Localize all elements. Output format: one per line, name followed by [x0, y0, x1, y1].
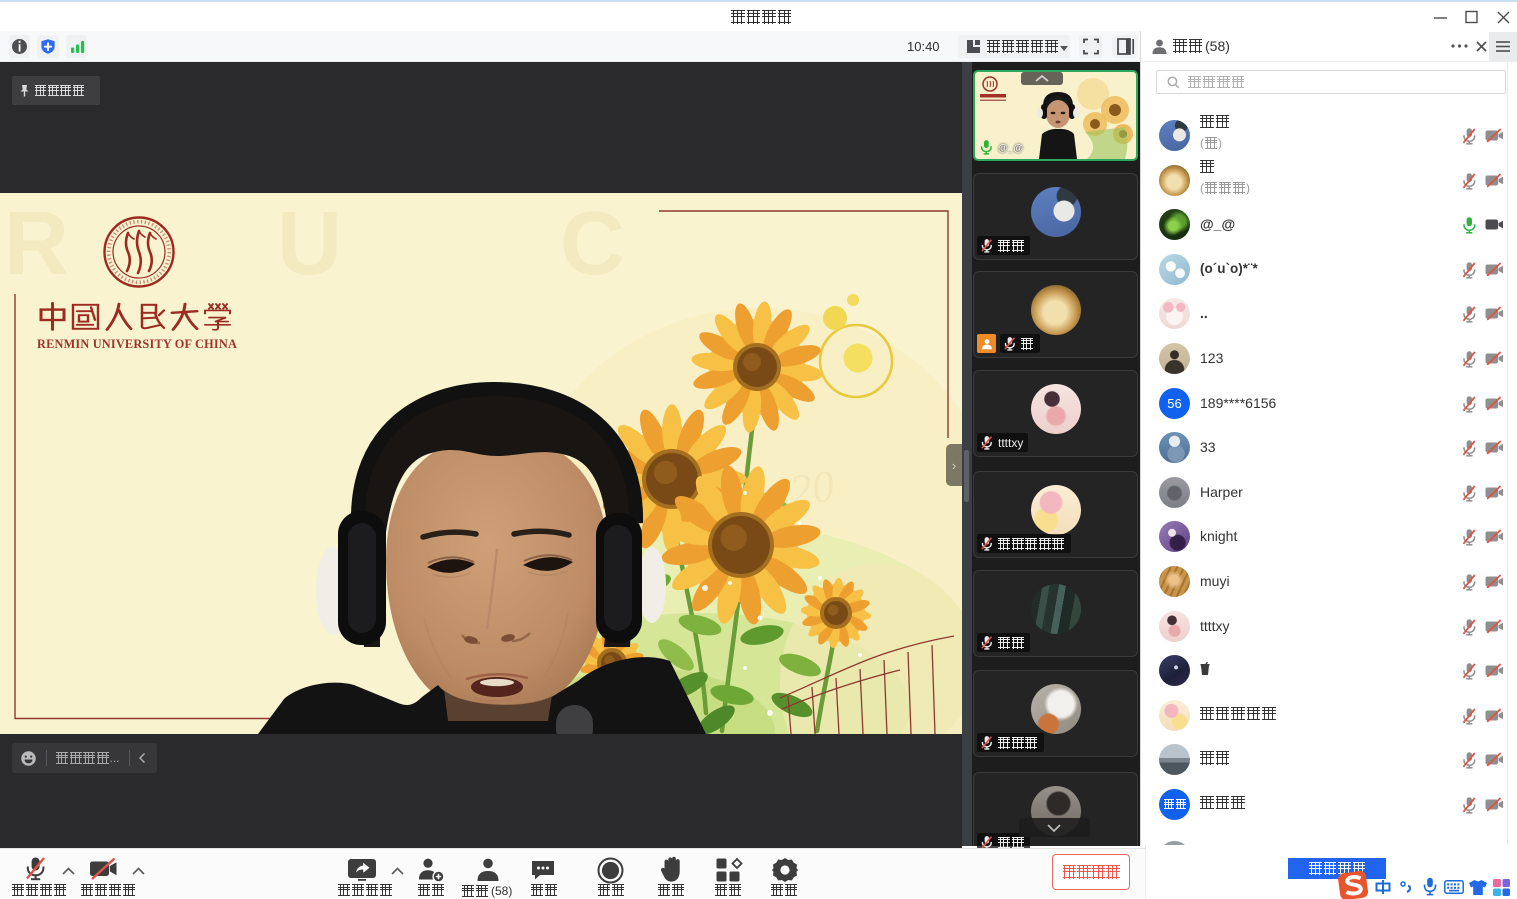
- svg-text:R: R: [4, 194, 69, 294]
- svg-text:C: C: [560, 194, 625, 294]
- svg-text:U: U: [277, 194, 342, 294]
- svg-text:RENMIN UNIVERSITY OF CHINA: RENMIN UNIVERSITY OF CHINA: [37, 337, 237, 351]
